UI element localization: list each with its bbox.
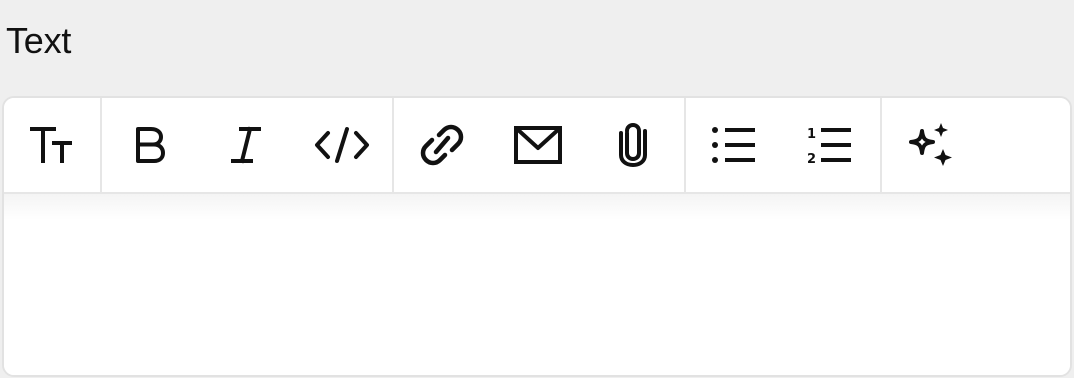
field-label: Text: [6, 20, 72, 61]
numbered-list-icon: 1 2: [807, 127, 851, 165]
link-button[interactable]: [394, 98, 490, 192]
toolbar-group-lists: 1 2: [686, 98, 882, 192]
email-button[interactable]: [490, 98, 586, 192]
editor-toolbar: 1 2: [4, 98, 1070, 194]
italic-icon: [231, 126, 261, 164]
code-icon: [315, 127, 369, 163]
bold-button[interactable]: [102, 98, 198, 192]
ai-assist-button[interactable]: [882, 98, 978, 192]
sparkles-icon: [909, 123, 952, 166]
text-size-icon: [30, 127, 72, 163]
toolbar-group-text-size: [4, 98, 102, 192]
editor-content-area[interactable]: [4, 194, 1070, 375]
svg-text:2: 2: [807, 152, 816, 165]
rich-text-editor: 1 2: [2, 96, 1072, 377]
numbered-list-button[interactable]: 1 2: [782, 98, 878, 192]
toolbar-group-insert: [394, 98, 686, 192]
mail-icon: [514, 126, 562, 164]
text-size-button[interactable]: [4, 98, 100, 192]
italic-button[interactable]: [198, 98, 294, 192]
bulleted-list-icon: [712, 127, 755, 163]
paperclip-icon: [619, 122, 647, 168]
attachment-button[interactable]: [586, 98, 682, 192]
toolbar-group-formatting: [102, 98, 394, 192]
bold-icon: [136, 127, 165, 163]
bulleted-list-button[interactable]: [686, 98, 782, 192]
toolbar-group-ai: [882, 98, 978, 192]
svg-text:1: 1: [807, 127, 816, 142]
link-icon: [420, 124, 464, 166]
code-button[interactable]: [294, 98, 390, 192]
